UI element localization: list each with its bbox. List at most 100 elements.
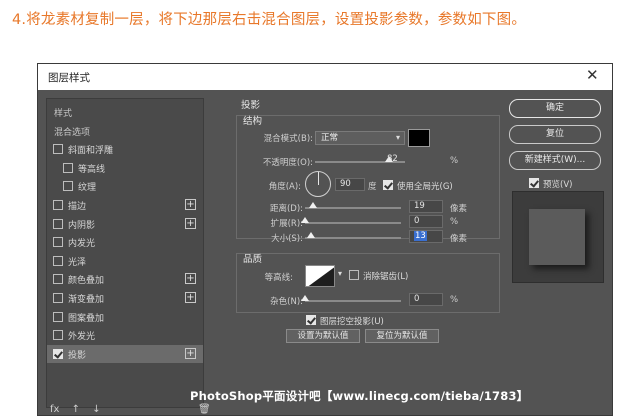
list-bottom-icons: fx ↑ ↓ xyxy=(50,404,110,415)
style-list-label: 颜色叠加 xyxy=(68,276,105,287)
style-list-item[interactable]: 光泽 xyxy=(47,252,203,270)
add-style-icon[interactable]: + xyxy=(185,292,196,303)
dialog-title: 图层样式 xyxy=(48,72,90,84)
style-list-item[interactable]: 描边 + xyxy=(47,196,203,214)
blend-mode-select[interactable]: 正常 ▾ xyxy=(315,131,405,145)
move-up-icon[interactable]: ↑ xyxy=(72,404,80,415)
style-list-item[interactable]: 外发光 xyxy=(47,326,203,344)
move-down-icon[interactable]: ↓ xyxy=(92,404,100,415)
spread-slider[interactable] xyxy=(305,222,401,224)
distance-slider[interactable] xyxy=(305,207,401,209)
ok-button[interactable]: 确定 xyxy=(509,99,601,118)
add-style-icon[interactable]: + xyxy=(185,347,196,359)
style-checkbox[interactable] xyxy=(53,237,63,248)
style-list-item[interactable]: 样式 xyxy=(47,103,203,121)
style-list-label: 纹理 xyxy=(78,183,97,194)
watermark: PhotoShop平面设计吧【www.linecg.com/tieba/1783… xyxy=(190,389,529,403)
style-list-item[interactable]: 纹理 xyxy=(47,177,203,195)
knockout-label: 图层挖空投影(U) xyxy=(320,317,384,327)
size-label: 大小(S): xyxy=(271,234,303,244)
angle-value: 90 xyxy=(340,179,351,189)
style-list-item[interactable]: 颜色叠加 + xyxy=(47,270,203,288)
angle-label: 角度(A): xyxy=(268,182,301,192)
reset-default-button[interactable]: 复位为默认值 xyxy=(365,329,439,343)
style-checkbox[interactable] xyxy=(53,348,63,359)
style-checkbox[interactable] xyxy=(53,200,63,210)
distance-unit: 像素 xyxy=(450,204,468,214)
style-list-label: 描边 xyxy=(68,202,87,212)
style-list-item[interactable]: 内阴影 + xyxy=(47,215,203,233)
fx-icon[interactable]: fx xyxy=(50,404,59,415)
close-icon[interactable]: ✕ xyxy=(586,66,599,84)
distance-value: 19 xyxy=(414,201,425,211)
size-slider-thumb[interactable] xyxy=(306,232,315,238)
global-light-label: 使用全局光(G) xyxy=(397,182,453,192)
structure-group: 结构 混合模式(B): 正常 ▾ 不透明度(O): 82 % 角度(A): 90… xyxy=(236,115,500,244)
style-list-item[interactable]: 投影 + xyxy=(47,344,203,363)
opacity-input[interactable]: 82 xyxy=(383,154,423,167)
style-list-item[interactable]: 图案叠加 xyxy=(47,308,203,326)
style-list-label: 光泽 xyxy=(68,257,87,268)
dialog-titlebar: 图层样式 ✕ xyxy=(38,64,612,90)
noise-value: 0 xyxy=(414,294,420,304)
spread-input[interactable]: 0 xyxy=(409,215,443,228)
add-style-icon[interactable]: + xyxy=(185,273,196,285)
size-input[interactable]: 13 xyxy=(409,230,443,243)
layer-style-dialog: 图层样式 ✕ 样式 混合选项 斜面和浮雕 等高线 纹理 描边 + 内阴影 + 内发光 光泽 颜色叠加 +… xyxy=(37,63,613,416)
contour-label: 等高线: xyxy=(264,273,293,283)
style-checkbox[interactable] xyxy=(53,274,63,285)
preview-swatch xyxy=(529,209,585,265)
spread-value: 0 xyxy=(414,216,420,226)
reset-button[interactable]: 复位 xyxy=(509,125,601,144)
noise-unit: % xyxy=(450,295,459,305)
style-list-label: 投影 xyxy=(68,350,87,361)
add-style-icon[interactable]: + xyxy=(185,217,196,229)
style-checkbox[interactable] xyxy=(53,218,63,229)
style-checkbox[interactable] xyxy=(53,311,63,322)
quality-title: 品质 xyxy=(243,254,263,265)
style-list-item[interactable]: 混合选项 xyxy=(47,122,203,140)
section-title-shadow: 投影 xyxy=(241,100,261,111)
contour-chevron-icon[interactable]: ▾ xyxy=(338,269,342,278)
style-list-label: 斜面和浮雕 xyxy=(68,146,114,157)
noise-slider[interactable] xyxy=(305,300,401,302)
quality-group: 品质 等高线: ▾ 消除锯齿(L) 杂色(N): 0 % xyxy=(236,253,500,313)
spread-slider-thumb[interactable] xyxy=(301,217,309,223)
shadow-color-swatch[interactable] xyxy=(408,129,430,147)
styles-list: 样式 混合选项 斜面和浮雕 等高线 纹理 描边 + 内阴影 + 内发光 光泽 颜色叠加 + 渐变叠加 + 图案… xyxy=(46,98,204,408)
style-list-item[interactable]: 斜面和浮雕 xyxy=(47,140,203,158)
distance-slider-thumb[interactable] xyxy=(308,202,317,208)
distance-label: 距离(D): xyxy=(269,204,303,214)
style-checkbox[interactable] xyxy=(53,144,63,155)
style-checkbox[interactable] xyxy=(53,255,63,266)
noise-slider-thumb[interactable] xyxy=(301,295,309,301)
preview-checkbox[interactable] xyxy=(529,178,539,188)
style-preview xyxy=(512,191,604,283)
spread-label: 扩展(R): xyxy=(270,219,303,229)
trash-icon[interactable]: 🗑 xyxy=(198,404,211,415)
angle-unit: 度 xyxy=(368,182,377,192)
global-light-checkbox[interactable] xyxy=(383,180,393,190)
style-list-label: 外发光 xyxy=(68,332,96,343)
distance-input[interactable]: 19 xyxy=(409,200,443,213)
knockout-checkbox[interactable] xyxy=(306,315,316,325)
chevron-down-icon: ▾ xyxy=(395,133,400,142)
style-list-item[interactable]: 内发光 xyxy=(47,233,203,251)
spread-unit: % xyxy=(450,217,459,227)
style-checkbox[interactable] xyxy=(63,162,73,173)
style-checkbox[interactable] xyxy=(53,330,63,341)
antialias-checkbox[interactable] xyxy=(349,270,359,280)
style-checkbox[interactable] xyxy=(63,181,73,192)
angle-input[interactable]: 90 xyxy=(335,178,365,191)
style-list-item[interactable]: 渐变叠加 + xyxy=(47,289,203,307)
style-checkbox[interactable] xyxy=(53,293,63,303)
set-default-button[interactable]: 设置为默认值 xyxy=(286,329,360,343)
opacity-label: 不透明度(O): xyxy=(262,158,313,168)
style-list-item[interactable]: 等高线 xyxy=(47,159,203,177)
contour-picker[interactable] xyxy=(305,265,335,287)
noise-input[interactable]: 0 xyxy=(409,293,443,306)
new-style-button[interactable]: 新建样式(W)... xyxy=(509,151,601,170)
angle-dial[interactable] xyxy=(305,171,331,197)
add-style-icon[interactable]: + xyxy=(185,199,196,210)
size-slider[interactable] xyxy=(305,237,401,239)
